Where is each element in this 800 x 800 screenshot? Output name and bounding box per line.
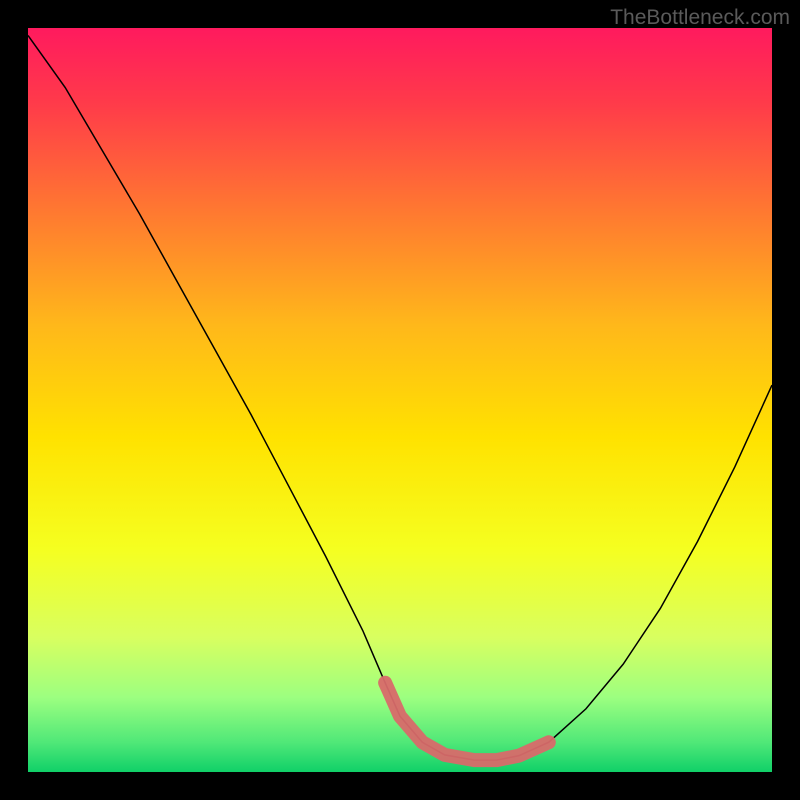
chart-container: TheBottleneck.com xyxy=(0,0,800,800)
bottleneck-chart xyxy=(0,0,800,800)
watermark-text: TheBottleneck.com xyxy=(610,6,790,30)
gradient-background xyxy=(28,28,772,772)
